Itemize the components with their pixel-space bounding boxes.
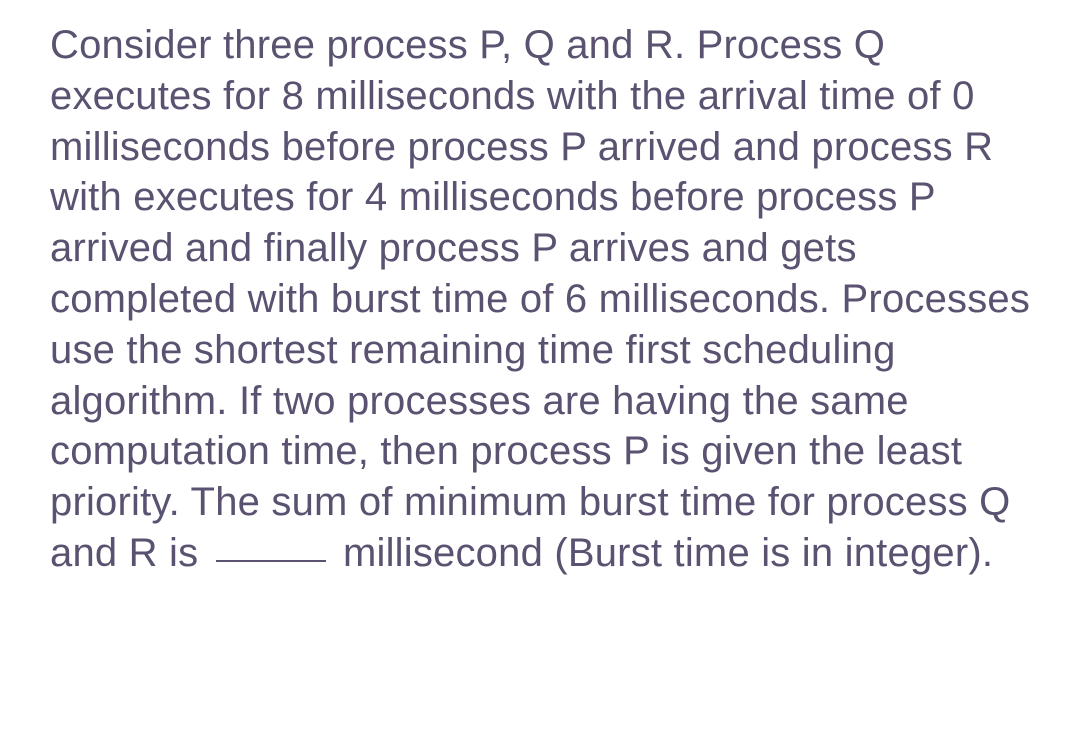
question-container: Consider three process P, Q and R. Proce… xyxy=(0,0,1080,599)
question-part2: millisecond (Burst time is in integer). xyxy=(332,531,994,575)
fill-in-blank[interactable] xyxy=(216,560,326,562)
question-text: Consider three process P, Q and R. Proce… xyxy=(50,20,1050,579)
question-part1: Consider three process P, Q and R. Proce… xyxy=(50,23,1030,575)
